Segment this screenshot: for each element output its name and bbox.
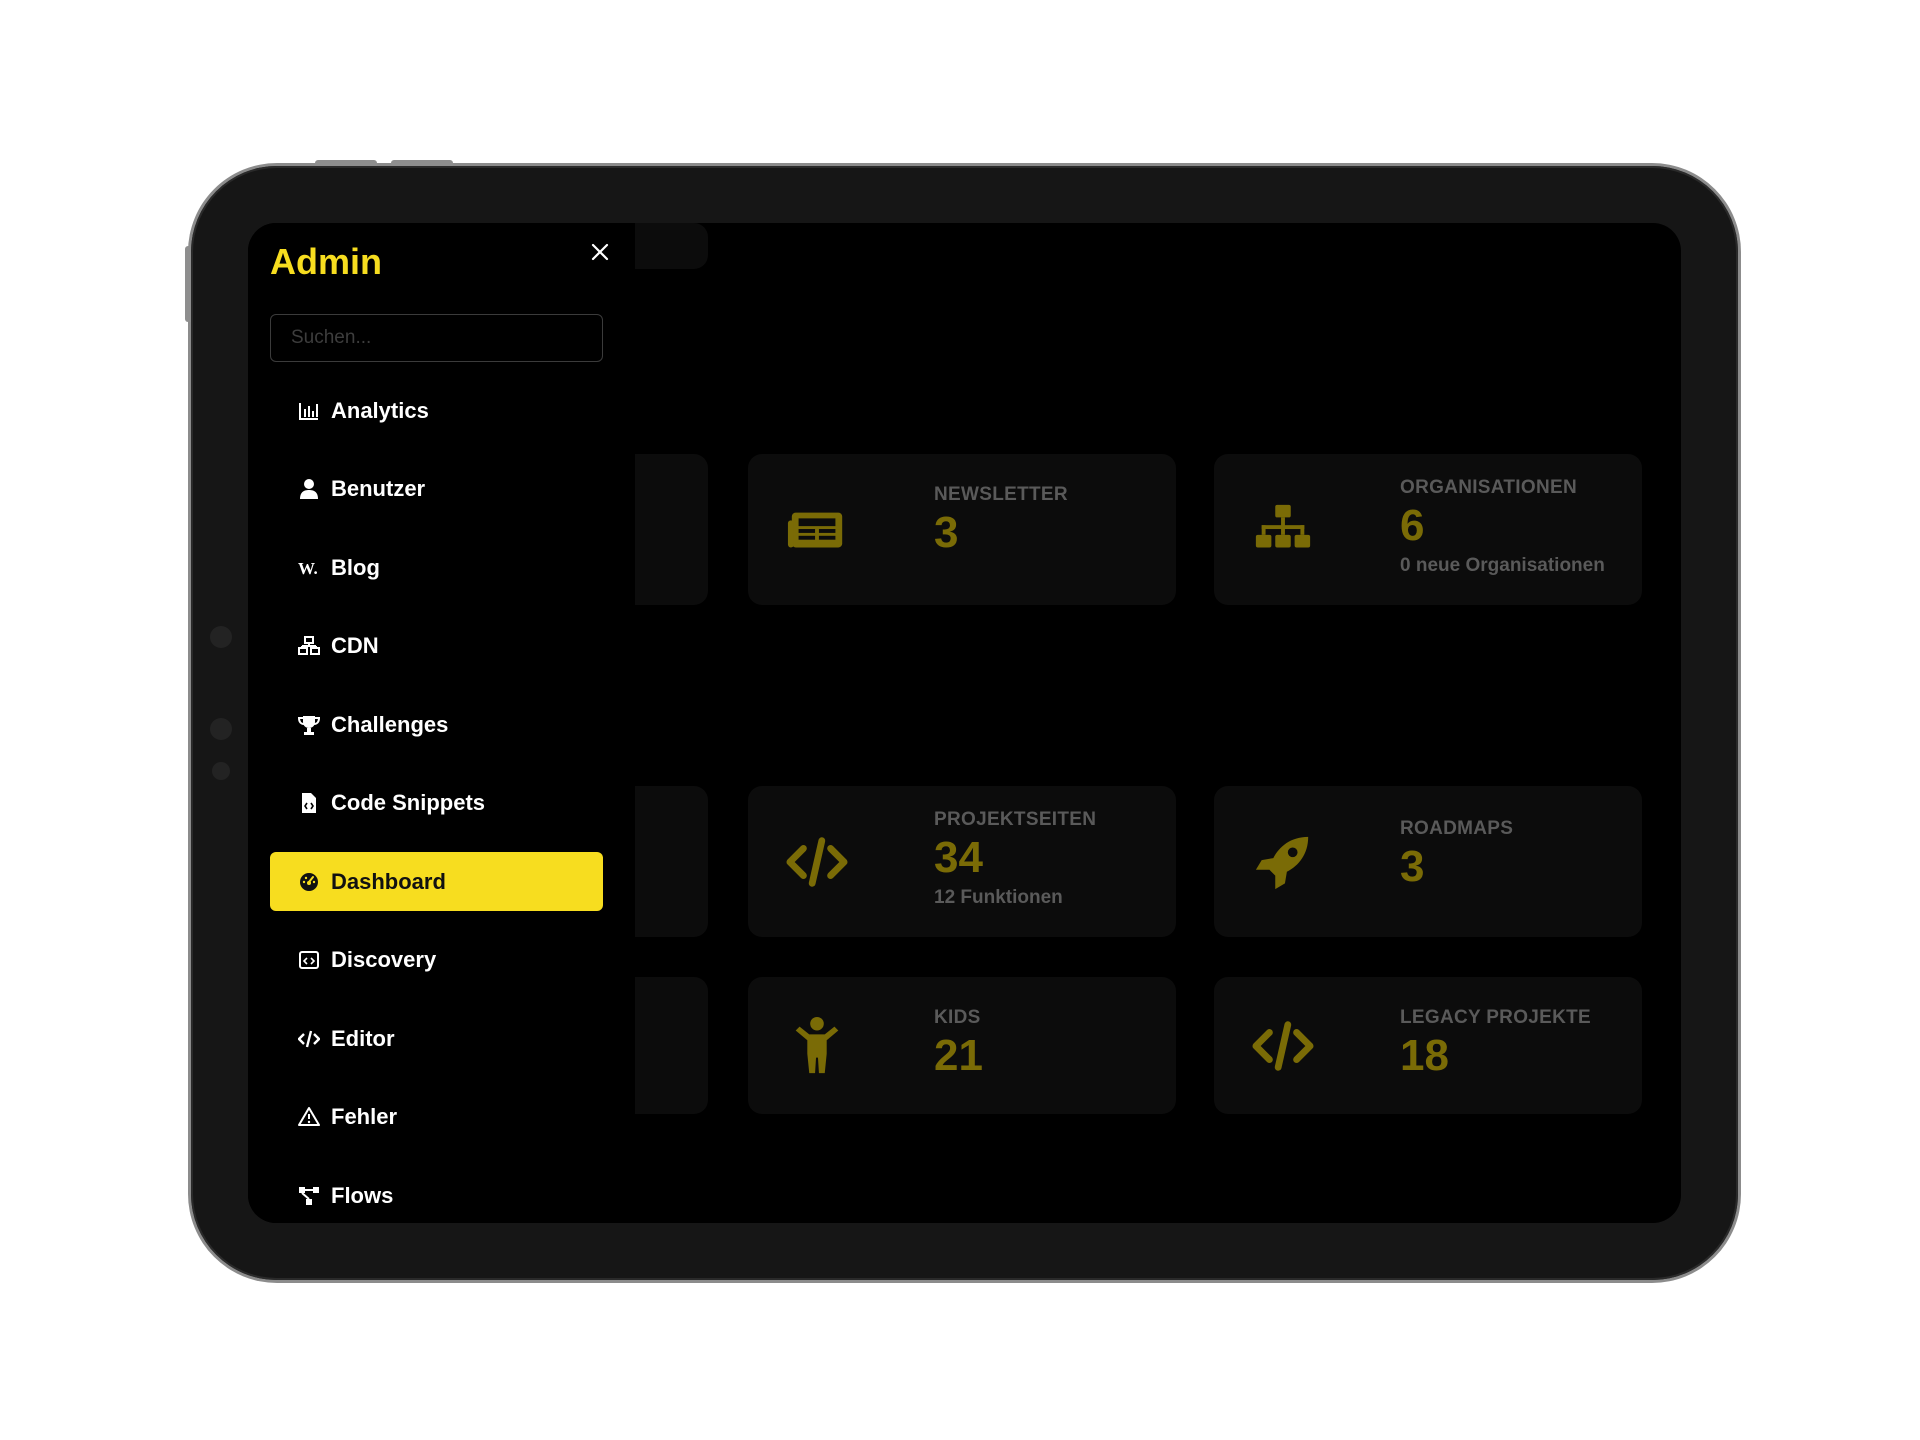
sidebar-item-blog[interactable]: W. Blog [270,538,603,597]
volume-button [315,160,377,166]
code-icon [1252,1020,1314,1071]
card-label: LEGACY PROJEKTE [1400,1007,1592,1028]
sidebar-item-label: Discovery [331,947,437,972]
card-subtext: 0 neue Organisationen [1400,555,1605,576]
card-value: 21 [934,1031,983,1080]
sidebar-item-benutzer[interactable]: Benutzer [270,460,603,519]
sidebar-item-dashboard[interactable]: Dashboard [270,852,603,911]
card-value: 6 [1400,501,1425,550]
camera-sensor [210,718,232,740]
tablet-frame: NEWSLETTER 3 ORGANISATIONEN 6 0 neue Org… [185,160,1738,1280]
dashboard-card-partial [635,454,708,605]
card-label: ROADMAPS [1400,818,1514,839]
sidebar-item-fehler[interactable]: Fehler [270,1088,603,1147]
card-subtext: 12 Funktionen [934,887,1063,908]
sidebar-item-code-snippets[interactable]: Code Snippets [270,774,603,833]
sidebar-item-label: Editor [331,1025,395,1051]
code-icon [786,836,848,887]
sidebar-item-discovery[interactable]: Discovery [270,931,603,990]
camera-sensor [210,626,232,648]
dashboard-card-partial [635,223,708,269]
newspaper-icon [787,512,843,547]
power-button [185,246,191,322]
sidebar-item-cdn[interactable]: CDN [270,617,603,676]
card-label: NEWSLETTER [934,484,1068,505]
sidebar-item-label: Benutzer [331,476,426,501]
trophy-icon [298,714,320,736]
sidebar-item-challenges[interactable]: Challenges [270,695,603,754]
child-icon [795,1016,839,1073]
sidebar-item-label: Blog [331,554,380,580]
card-value: 3 [1400,842,1425,891]
card-newsletter[interactable]: NEWSLETTER 3 [748,454,1176,605]
sidebar-item-editor[interactable]: Editor [270,1009,603,1068]
window-code-icon [298,949,320,971]
sitemap-icon [1255,504,1311,547]
card-legacy-projekte[interactable]: LEGACY PROJEKTE 18 [1214,977,1642,1114]
card-label: PROJEKTSEITEN [934,809,1097,830]
card-projektseiten[interactable]: PROJEKTSEITEN 34 12 Funktionen [748,786,1176,937]
sidebar: Admin Analytics Benutzer [248,223,635,1223]
sidebar-item-analytics[interactable]: Analytics [270,381,603,440]
sidebar-item-label: Fehler [331,1104,398,1129]
card-roadmaps[interactable]: ROADMAPS 3 [1214,786,1642,937]
wordpress-icon: W. [298,557,320,579]
sidebar-item-label: Code Snippets [331,790,486,815]
file-code-icon [298,792,320,814]
warning-icon [298,1106,320,1128]
close-icon[interactable] [586,238,614,266]
sidebar-item-label: Dashboard [331,868,446,894]
sidebar-item-flows[interactable]: Flows [270,1166,603,1223]
sidebar-item-label: Flows [331,1182,394,1208]
sidebar-nav: Analytics Benutzer W. Blog CDN Challenge… [270,381,603,1223]
sidebar-item-label: Challenges [331,711,449,737]
card-label: KIDS [934,1007,981,1028]
card-value: 3 [934,508,959,557]
camera-sensor [212,762,230,780]
card-organisationen[interactable]: ORGANISATIONEN 6 0 neue Organisationen [1214,454,1642,605]
screen: NEWSLETTER 3 ORGANISATIONEN 6 0 neue Org… [248,223,1681,1223]
user-icon [298,478,320,500]
dashboard-card-partial [635,786,708,937]
svg-text:W.: W. [298,559,318,578]
search-input[interactable] [270,314,603,362]
sidebar-title: Admin [270,241,382,282]
sidebar-item-label: CDN [331,633,379,658]
network-icon [298,635,320,657]
code-icon [298,1028,320,1050]
card-label: ORGANISATIONEN [1400,477,1577,498]
card-value: 18 [1400,1031,1449,1080]
volume-button [391,160,453,166]
chart-bar-icon [298,400,320,422]
card-kids[interactable]: KIDS 21 [748,977,1176,1114]
rocket-icon [1255,836,1309,889]
sidebar-item-label: Analytics [331,397,429,423]
flow-icon [298,1185,320,1207]
gauge-icon [298,871,320,893]
dashboard-card-partial [635,977,708,1114]
card-value: 34 [934,833,983,882]
